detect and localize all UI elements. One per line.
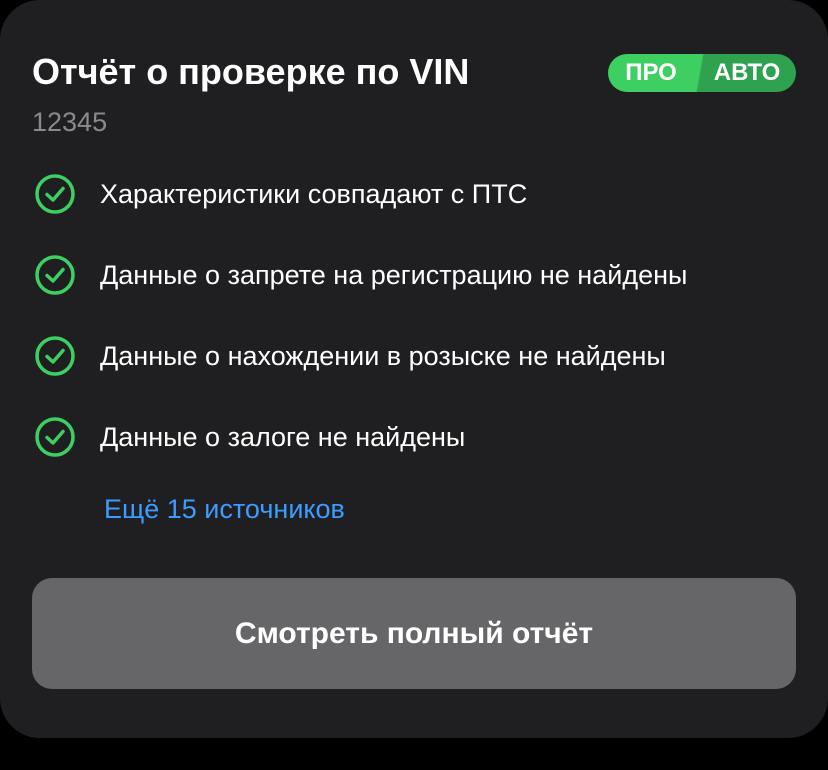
proavto-badge: ПРО АВТО xyxy=(608,54,796,92)
badge-pro-label: ПРО xyxy=(608,54,694,92)
view-full-report-button[interactable]: Смотреть полный отчёт xyxy=(32,578,796,689)
vin-number: 12345 xyxy=(32,107,108,137)
check-label: Данные о залоге не найдены xyxy=(100,421,466,452)
badge-avto-label: АВТО xyxy=(706,54,796,92)
check-label: Данные о запрете на регистрацию не найде… xyxy=(100,259,688,290)
vin-report-card: Отчёт о проверке по VIN ПРО АВТО 12345 Х… xyxy=(0,0,828,738)
check-circle-icon xyxy=(35,255,75,295)
badge-separator xyxy=(694,54,706,92)
more-sources-link[interactable]: Ещё 15 источников xyxy=(104,492,345,526)
report-title: Отчёт о проверке по VIN xyxy=(32,51,470,92)
check-circle-icon xyxy=(35,174,75,214)
check-item-pts: Характеристики совпадают с ПТС xyxy=(34,170,794,218)
check-item-pledge: Данные о залоге не найдены xyxy=(34,413,794,461)
check-item-registration-ban: Данные о запрете на регистрацию не найде… xyxy=(34,251,794,299)
check-label: Характеристики совпадают с ПТС xyxy=(100,178,528,209)
check-circle-icon xyxy=(35,336,75,376)
check-label: Данные о нахождении в розыске не найдены xyxy=(100,340,666,371)
check-circle-icon xyxy=(35,417,75,457)
check-list: Характеристики совпадают с ПТС Данные о … xyxy=(34,170,794,494)
check-item-wanted: Данные о нахождении в розыске не найдены xyxy=(34,332,794,380)
